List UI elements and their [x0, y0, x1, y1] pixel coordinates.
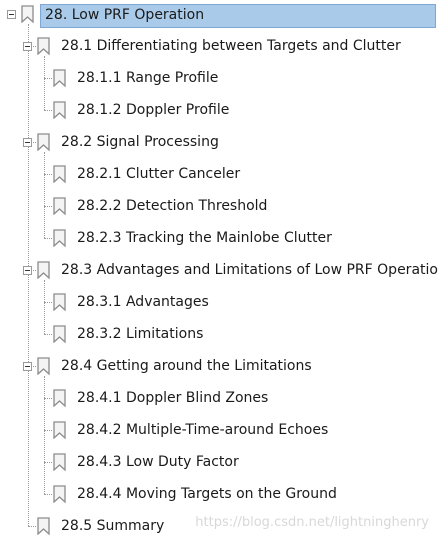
bookmark-icon	[21, 5, 34, 23]
bookmark-label[interactable]: 28.3 Advantages and Limitations of Low P…	[61, 260, 439, 280]
bookmark-icon	[37, 357, 50, 375]
bookmark-icon	[37, 37, 50, 55]
bookmark-label[interactable]: 28.1.1 Range Profile	[77, 68, 218, 88]
collapse-minus-icon[interactable]	[23, 42, 32, 51]
bookmark-label[interactable]: 28.1 Differentiating between Targets and…	[61, 36, 401, 56]
root-connector	[28, 24, 29, 526]
connector	[44, 430, 52, 431]
section-connector	[44, 280, 45, 334]
bookmark-label[interactable]: 28.3.2 Limitations	[77, 324, 203, 344]
connector	[28, 526, 36, 527]
bookmark-label[interactable]: 28.3.1 Advantages	[77, 292, 209, 312]
root-bookmark-label[interactable]: 28. Low PRF Operation	[45, 5, 204, 25]
connector	[44, 302, 52, 303]
bookmark-label[interactable]: 28.2.2 Detection Threshold	[77, 196, 267, 216]
bookmark-icon	[37, 517, 50, 535]
bookmark-label[interactable]: 28.2 Signal Processing	[61, 132, 219, 152]
bookmark-icon	[53, 421, 66, 439]
connector	[44, 238, 52, 239]
connector	[44, 110, 52, 111]
connector	[44, 78, 52, 79]
bookmark-icon	[53, 389, 66, 407]
collapse-minus-icon[interactable]	[23, 266, 32, 275]
bookmarks-tree: 28. Low PRF Operation 28.1 Differentiati…	[0, 0, 439, 541]
bookmark-label[interactable]: 28.4 Getting around the Limitations	[61, 356, 312, 376]
connector	[44, 398, 52, 399]
bookmark-icon	[53, 229, 66, 247]
bookmark-label[interactable]: 28.4.1 Doppler Blind Zones	[77, 388, 268, 408]
watermark-text: https://blog.csdn.net/lightninghenry	[195, 515, 429, 530]
section-connector	[44, 152, 45, 238]
collapse-minus-icon[interactable]	[23, 362, 32, 371]
section-connector	[44, 376, 45, 494]
bookmark-label[interactable]: 28.5 Summary	[61, 516, 164, 536]
bookmark-label[interactable]: 28.2.3 Tracking the Mainlobe Clutter	[77, 228, 332, 248]
bookmark-icon	[53, 69, 66, 87]
bookmark-icon	[37, 133, 50, 151]
connector	[44, 174, 52, 175]
bookmark-label[interactable]: 28.4.3 Low Duty Factor	[77, 452, 239, 472]
collapse-minus-icon[interactable]	[7, 10, 16, 19]
connector	[44, 494, 52, 495]
bookmark-icon	[53, 485, 66, 503]
connector	[44, 462, 52, 463]
connector	[44, 334, 52, 335]
bookmark-label[interactable]: 28.1.2 Doppler Profile	[77, 100, 229, 120]
bookmark-icon	[53, 453, 66, 471]
bookmark-icon	[53, 165, 66, 183]
bookmark-icon	[37, 261, 50, 279]
section-connector	[44, 56, 45, 110]
bookmark-icon	[53, 101, 66, 119]
bookmark-icon	[53, 197, 66, 215]
bookmark-label[interactable]: 28.4.4 Moving Targets on the Ground	[77, 484, 337, 504]
bookmark-icon	[53, 325, 66, 343]
connector	[44, 206, 52, 207]
bookmark-icon	[53, 293, 66, 311]
bookmark-label[interactable]: 28.2.1 Clutter Canceler	[77, 164, 240, 184]
bookmark-label[interactable]: 28.4.2 Multiple-Time-around Echoes	[77, 420, 328, 440]
collapse-minus-icon[interactable]	[23, 138, 32, 147]
